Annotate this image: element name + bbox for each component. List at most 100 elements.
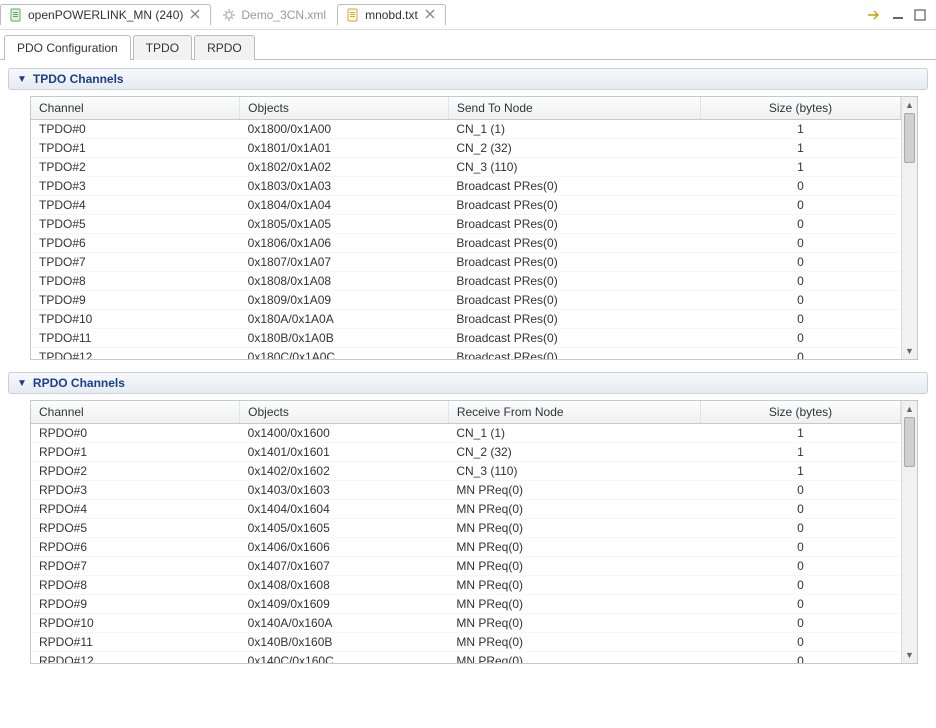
tpdo-scrollbar[interactable]: ▲ ▼: [901, 97, 917, 359]
tpdo-title: TPDO Channels: [33, 72, 124, 86]
editor-tab[interactable]: openPOWERLINK_MN (240): [0, 4, 211, 25]
cell-channel: TPDO#3: [31, 177, 240, 196]
cell-objects: 0x1803/0x1A03: [240, 177, 449, 196]
cell-channel: TPDO#11: [31, 329, 240, 348]
table-row[interactable]: RPDO#60x1406/0x1606MN PReq(0)0: [31, 538, 901, 557]
table-row[interactable]: RPDO#90x1409/0x1609MN PReq(0)0: [31, 595, 901, 614]
cell-size: 0: [700, 234, 900, 253]
table-row[interactable]: TPDO#70x1807/0x1A07Broadcast PRes(0)0: [31, 253, 901, 272]
cell-channel: TPDO#8: [31, 272, 240, 291]
rpdo-section-header[interactable]: ▼ RPDO Channels: [8, 372, 928, 394]
col-receive-from-node[interactable]: Receive From Node: [448, 401, 700, 424]
col-send-to-node[interactable]: Send To Node: [448, 97, 700, 120]
col-objects[interactable]: Objects: [240, 97, 449, 120]
file-icon: [9, 8, 23, 22]
cell-channel: TPDO#1: [31, 139, 240, 158]
table-row[interactable]: TPDO#60x1806/0x1A06Broadcast PRes(0)0: [31, 234, 901, 253]
scroll-down-icon[interactable]: ▼: [902, 647, 917, 663]
page-tab-tpdo[interactable]: TPDO: [133, 35, 192, 60]
cell-channel: RPDO#5: [31, 519, 240, 538]
col-channel[interactable]: Channel: [31, 97, 240, 120]
table-row[interactable]: TPDO#30x1803/0x1A03Broadcast PRes(0)0: [31, 177, 901, 196]
cell-size: 0: [700, 177, 900, 196]
cell-size: 0: [700, 196, 900, 215]
cell-channel: RPDO#1: [31, 443, 240, 462]
table-row[interactable]: TPDO#20x1802/0x1A02CN_3 (110)1: [31, 158, 901, 177]
right-arrow-icon[interactable]: [868, 9, 882, 21]
tpdo-table[interactable]: Channel Objects Send To Node Size (bytes…: [31, 97, 901, 359]
editor-tab[interactable]: mnobd.txt: [337, 4, 446, 25]
cell-channel: RPDO#0: [31, 424, 240, 443]
cell-node: MN PReq(0): [448, 500, 700, 519]
cell-node: Broadcast PRes(0): [448, 253, 700, 272]
scroll-down-icon[interactable]: ▼: [902, 343, 917, 359]
cell-size: 1: [700, 443, 900, 462]
table-row[interactable]: TPDO#100x180A/0x1A0ABroadcast PRes(0)0: [31, 310, 901, 329]
maximize-icon[interactable]: [914, 9, 926, 21]
cell-objects: 0x180C/0x1A0C: [240, 348, 449, 360]
tab-label: Demo_3CN.xml: [241, 8, 326, 22]
cell-node: CN_3 (110): [448, 158, 700, 177]
table-row[interactable]: RPDO#50x1405/0x1605MN PReq(0)0: [31, 519, 901, 538]
page-tab-rpdo[interactable]: RPDO: [194, 35, 255, 60]
cell-node: MN PReq(0): [448, 595, 700, 614]
table-row[interactable]: TPDO#110x180B/0x1A0BBroadcast PRes(0)0: [31, 329, 901, 348]
cell-objects: 0x1408/0x1608: [240, 576, 449, 595]
col-size[interactable]: Size (bytes): [700, 97, 900, 120]
table-row[interactable]: RPDO#100x140A/0x160AMN PReq(0)0: [31, 614, 901, 633]
close-icon[interactable]: [423, 8, 437, 22]
rpdo-table[interactable]: Channel Objects Receive From Node Size (…: [31, 401, 901, 663]
table-row[interactable]: RPDO#40x1404/0x1604MN PReq(0)0: [31, 500, 901, 519]
table-row[interactable]: RPDO#30x1403/0x1603MN PReq(0)0: [31, 481, 901, 500]
page-tab-pdo-configuration[interactable]: PDO Configuration: [4, 35, 131, 60]
cell-objects: 0x1400/0x1600: [240, 424, 449, 443]
cell-node: MN PReq(0): [448, 538, 700, 557]
cell-node: Broadcast PRes(0): [448, 177, 700, 196]
col-channel[interactable]: Channel: [31, 401, 240, 424]
table-row[interactable]: RPDO#80x1408/0x1608MN PReq(0)0: [31, 576, 901, 595]
table-row[interactable]: RPDO#10x1401/0x1601CN_2 (32)1: [31, 443, 901, 462]
cell-objects: 0x1802/0x1A02: [240, 158, 449, 177]
table-row[interactable]: TPDO#80x1808/0x1A08Broadcast PRes(0)0: [31, 272, 901, 291]
cell-objects: 0x1806/0x1A06: [240, 234, 449, 253]
cell-size: 0: [700, 329, 900, 348]
cell-objects: 0x180A/0x1A0A: [240, 310, 449, 329]
table-row[interactable]: TPDO#50x1805/0x1A05Broadcast PRes(0)0: [31, 215, 901, 234]
cell-node: Broadcast PRes(0): [448, 272, 700, 291]
table-row[interactable]: RPDO#20x1402/0x1602CN_3 (110)1: [31, 462, 901, 481]
col-size[interactable]: Size (bytes): [700, 401, 900, 424]
cell-objects: 0x1401/0x1601: [240, 443, 449, 462]
table-row[interactable]: TPDO#90x1809/0x1A09Broadcast PRes(0)0: [31, 291, 901, 310]
cell-channel: RPDO#12: [31, 652, 240, 664]
tpdo-section-header[interactable]: ▼ TPDO Channels: [8, 68, 928, 90]
minimize-icon[interactable]: [892, 9, 904, 21]
cell-objects: 0x1804/0x1A04: [240, 196, 449, 215]
table-row[interactable]: TPDO#10x1801/0x1A01CN_2 (32)1: [31, 139, 901, 158]
table-row[interactable]: RPDO#70x1407/0x1607MN PReq(0)0: [31, 557, 901, 576]
scroll-up-icon[interactable]: ▲: [902, 401, 917, 417]
table-row[interactable]: RPDO#00x1400/0x1600CN_1 (1)1: [31, 424, 901, 443]
table-row[interactable]: TPDO#00x1800/0x1A00CN_1 (1)1: [31, 120, 901, 139]
table-row[interactable]: TPDO#120x180C/0x1A0CBroadcast PRes(0)0: [31, 348, 901, 360]
cell-objects: 0x1406/0x1606: [240, 538, 449, 557]
col-objects[interactable]: Objects: [240, 401, 449, 424]
cell-channel: TPDO#10: [31, 310, 240, 329]
editor-tab[interactable]: Demo_3CN.xml: [213, 4, 335, 25]
table-row[interactable]: RPDO#110x140B/0x160BMN PReq(0)0: [31, 633, 901, 652]
cell-channel: RPDO#4: [31, 500, 240, 519]
table-row[interactable]: TPDO#40x1804/0x1A04Broadcast PRes(0)0: [31, 196, 901, 215]
close-icon[interactable]: [188, 8, 202, 22]
cell-size: 0: [700, 557, 900, 576]
cell-objects: 0x1404/0x1604: [240, 500, 449, 519]
cell-channel: RPDO#6: [31, 538, 240, 557]
cell-channel: RPDO#8: [31, 576, 240, 595]
cell-node: CN_2 (32): [448, 139, 700, 158]
table-row[interactable]: RPDO#120x140C/0x160CMN PReq(0)0: [31, 652, 901, 664]
scroll-up-icon[interactable]: ▲: [902, 97, 917, 113]
cell-objects: 0x1808/0x1A08: [240, 272, 449, 291]
rpdo-scrollbar[interactable]: ▲ ▼: [901, 401, 917, 663]
cell-node: CN_3 (110): [448, 462, 700, 481]
cell-size: 0: [700, 614, 900, 633]
cell-objects: 0x180B/0x1A0B: [240, 329, 449, 348]
cell-node: CN_1 (1): [448, 424, 700, 443]
